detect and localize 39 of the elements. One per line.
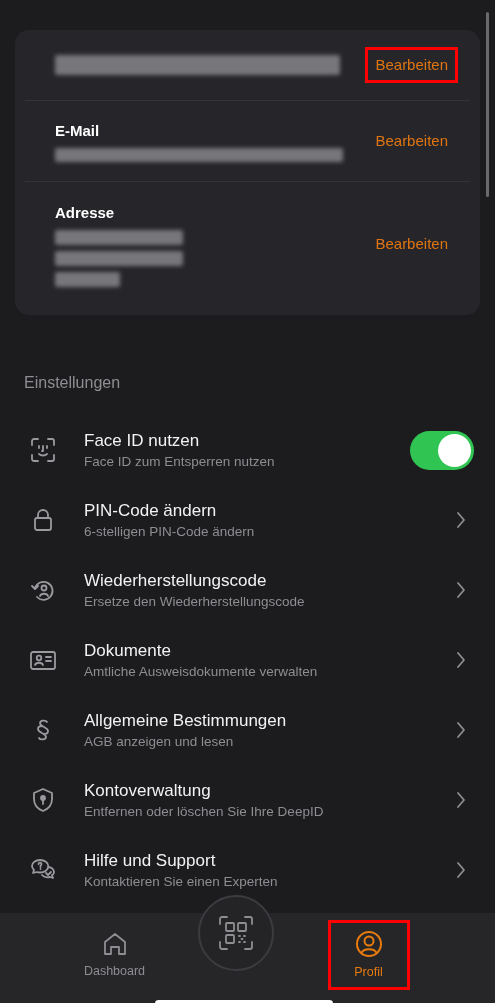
row-title: Face ID nutzen xyxy=(84,429,201,452)
row-subtitle: Kontaktieren Sie einen Experten xyxy=(84,872,279,891)
section-title: Einstellungen xyxy=(24,373,122,393)
settings-row[interactable]: Wiederherstellungscode Ersetze den Wiederherstellungscode xyxy=(0,555,495,625)
tab[interactable]: Profil xyxy=(330,923,407,987)
row-title: Hilfe und Support xyxy=(84,849,217,872)
chevron-right-icon xyxy=(456,791,466,809)
settings-row[interactable]: Face ID nutzen Face ID zum Entsperren nutzen xyxy=(0,415,495,485)
row-subtitle: Amtliche Ausweisdokumente verwalten xyxy=(84,662,319,681)
settings-row[interactable]: Kontoverwaltung Entfernen oder löschen Sie Ihre DeepID xyxy=(0,765,495,835)
row-subtitle: Ersetze den Wiederherstellungscode xyxy=(84,592,306,611)
row-subtitle: Face ID zum Entsperren nutzen xyxy=(84,452,276,471)
face-id-toggle[interactable] xyxy=(410,430,474,470)
settings-row[interactable]: Dokumente Amtliche Ausweisdokumente verwalten xyxy=(0,625,495,695)
chevron-right-icon xyxy=(456,721,466,739)
edit-link[interactable]: Bearbeiten xyxy=(368,125,455,157)
field-label: E-Mail xyxy=(55,120,101,141)
row-title: PIN-Code ändern xyxy=(84,499,218,522)
chevron-right-icon xyxy=(456,511,466,529)
row-title: Wiederherstellungscode xyxy=(84,569,268,592)
edit-link[interactable]: Bearbeiten xyxy=(368,49,455,81)
redacted-text xyxy=(55,272,120,288)
chevron-right-icon xyxy=(456,861,466,879)
row-title: Kontoverwaltung xyxy=(84,779,212,802)
chevron-right-icon xyxy=(456,581,466,599)
settings-row[interactable]: Hilfe und Support Kontaktieren Sie einen Experten xyxy=(0,835,495,905)
field-label: Adresse xyxy=(55,202,116,223)
chevron-right-icon xyxy=(456,651,466,669)
row-subtitle: 6-stelligen PIN-Code ändern xyxy=(84,522,256,541)
row-subtitle: Entfernen oder löschen Sie Ihre DeepID xyxy=(84,802,325,821)
face-id-icon xyxy=(28,435,58,465)
row-subtitle: AGB anzeigen und lesen xyxy=(84,732,235,751)
edit-link[interactable]: Bearbeiten xyxy=(368,229,455,260)
user-icon xyxy=(353,928,384,959)
qr-code-icon xyxy=(216,914,255,952)
row-title: Allgemeine Bestimmungen xyxy=(84,709,288,732)
row-title: Dokumente xyxy=(84,639,172,662)
settings-row[interactable]: PIN-Code ändern 6-stelligen PIN-Code ändern xyxy=(0,485,495,555)
settings-row[interactable]: Allgemeine Bestimmungen AGB anzeigen und lesen xyxy=(0,695,495,765)
